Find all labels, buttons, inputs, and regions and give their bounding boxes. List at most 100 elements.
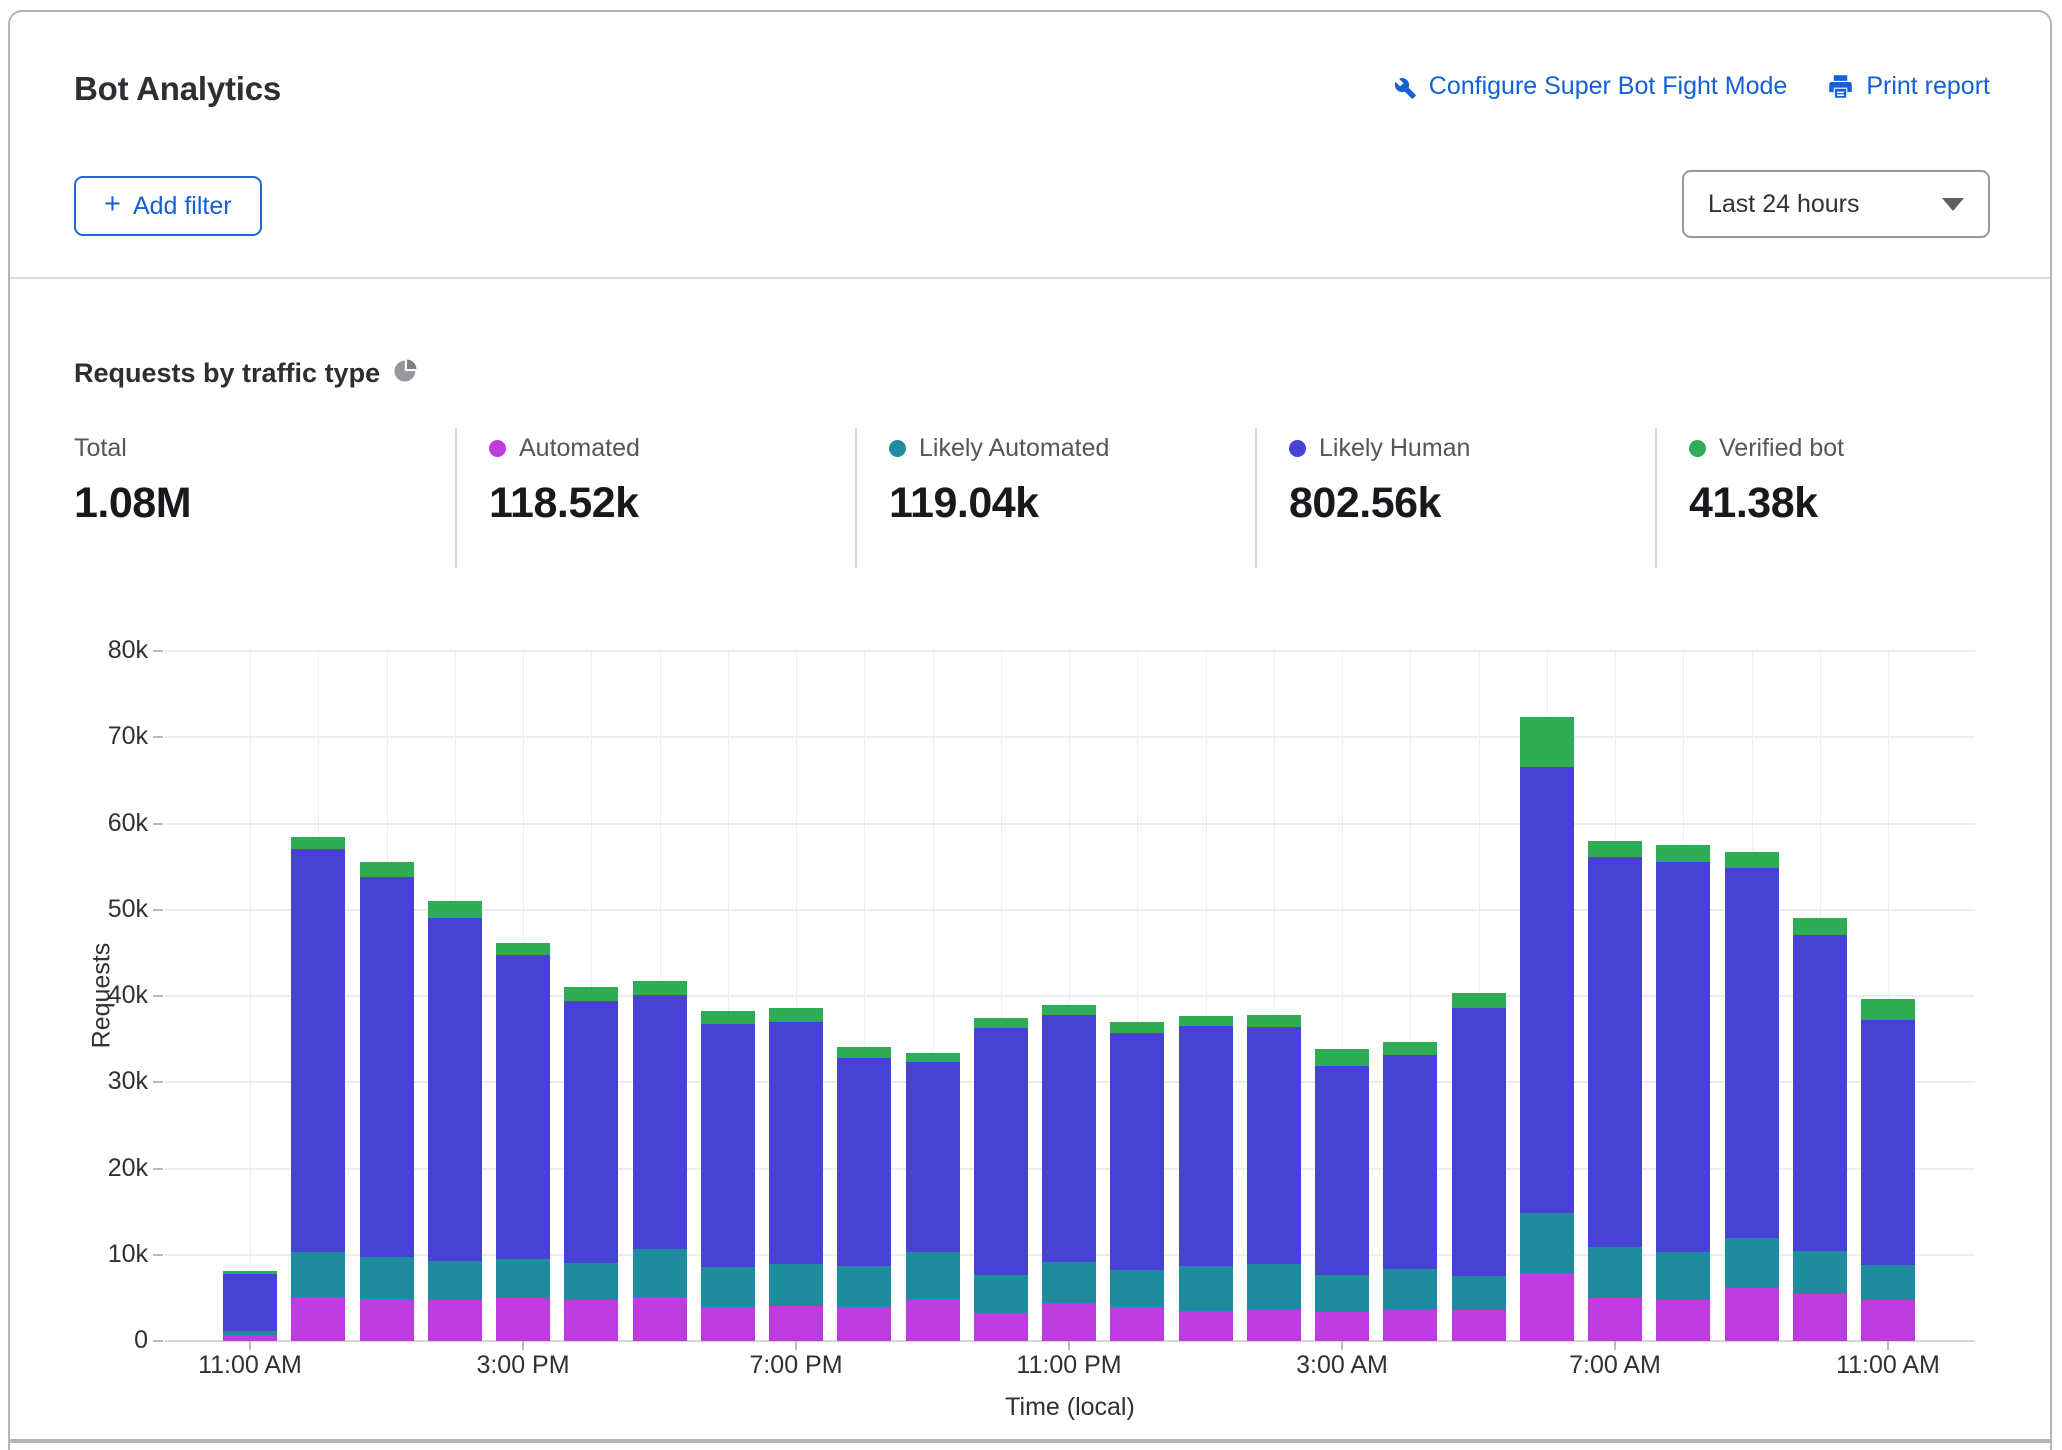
stacked-bar-3-00-pm[interactable] [496,651,550,1341]
stacked-bar-8-00-am[interactable] [1656,651,1710,1341]
bar-segment-likely-automated[interactable] [837,1266,891,1307]
bar-segment-verified-bot[interactable] [837,1047,891,1058]
bar-segment-automated[interactable] [769,1306,823,1341]
bar-segment-likely-automated[interactable] [769,1264,823,1305]
bar-segment-verified-bot[interactable] [1383,1042,1437,1055]
print-report-link[interactable]: Print report [1827,72,1990,101]
bar-segment-automated[interactable] [1793,1294,1847,1341]
bar-segment-verified-bot[interactable] [1588,841,1642,857]
bar-segment-automated[interactable] [633,1297,687,1341]
stacked-bar-11-00-am[interactable] [1861,651,1915,1341]
bar-segment-likely-human[interactable] [769,1022,823,1264]
bar-segment-likely-automated[interactable] [1520,1213,1574,1273]
bar-segment-likely-automated[interactable] [360,1257,414,1298]
stacked-bar-11-00-pm[interactable] [1042,651,1096,1341]
stacked-bar-2-00-am[interactable] [1247,651,1301,1341]
bar-segment-verified-bot[interactable] [1520,717,1574,767]
bar-segment-verified-bot[interactable] [1179,1016,1233,1026]
bar-segment-likely-human[interactable] [1588,857,1642,1247]
bar-segment-likely-human[interactable] [1861,1020,1915,1265]
bar-segment-likely-human[interactable] [496,955,550,1259]
bar-segment-likely-human[interactable] [1656,862,1710,1252]
bar-segment-likely-automated[interactable] [633,1249,687,1297]
stacked-bar-12-00-pm[interactable] [291,651,345,1341]
stacked-bar-11-00-am[interactable] [223,651,277,1341]
bar-segment-automated[interactable] [1179,1311,1233,1341]
bar-segment-likely-human[interactable] [1725,868,1779,1237]
stacked-bar-7-00-am[interactable] [1588,651,1642,1341]
bar-segment-verified-bot[interactable] [1247,1015,1301,1027]
bar-segment-verified-bot[interactable] [1793,918,1847,935]
bar-segment-likely-human[interactable] [1315,1066,1369,1276]
bar-segment-verified-bot[interactable] [291,837,345,848]
bar-segment-automated[interactable] [1861,1300,1915,1341]
bar-segment-verified-bot[interactable] [1452,993,1506,1008]
stacked-bar-9-00-am[interactable] [1725,651,1779,1341]
bar-segment-likely-human[interactable] [974,1028,1028,1276]
bar-segment-verified-bot[interactable] [974,1018,1028,1028]
bar-segment-verified-bot[interactable] [1861,999,1915,1020]
bar-segment-likely-human[interactable] [291,849,345,1253]
bar-segment-verified-bot[interactable] [1656,845,1710,862]
bar-segment-likely-automated[interactable] [496,1259,550,1298]
stacked-bar-2-00-pm[interactable] [428,651,482,1341]
bar-segment-likely-human[interactable] [1383,1055,1437,1269]
bar-segment-likely-human[interactable] [1520,767,1574,1214]
stacked-bar-5-00-am[interactable] [1452,651,1506,1341]
bar-segment-likely-automated[interactable] [1383,1269,1437,1310]
bar-segment-likely-automated[interactable] [1656,1252,1710,1299]
bar-segment-automated[interactable] [428,1300,482,1341]
bar-segment-verified-bot[interactable] [633,981,687,995]
bar-segment-likely-human[interactable] [428,918,482,1260]
bar-segment-likely-human[interactable] [906,1062,960,1252]
bar-segment-likely-human[interactable] [633,995,687,1249]
bar-segment-likely-human[interactable] [1110,1033,1164,1270]
stacked-bar-12-00-am[interactable] [1110,651,1164,1341]
bar-segment-verified-bot[interactable] [1725,852,1779,868]
stacked-bar-9-00-pm[interactable] [906,651,960,1341]
bar-segment-likely-automated[interactable] [1315,1275,1369,1311]
bar-segment-automated[interactable] [1725,1288,1779,1341]
bar-segment-automated[interactable] [701,1307,755,1342]
bar-segment-likely-automated[interactable] [291,1252,345,1297]
stacked-bar-1-00-pm[interactable] [360,651,414,1341]
stacked-bar-7-00-pm[interactable] [769,651,823,1341]
bar-segment-automated[interactable] [837,1307,891,1342]
bar-segment-verified-bot[interactable] [1042,1005,1096,1015]
bar-segment-verified-bot[interactable] [564,987,618,1002]
bar-segment-automated[interactable] [1315,1312,1369,1341]
bar-segment-likely-automated[interactable] [974,1275,1028,1312]
bar-segment-automated[interactable] [360,1299,414,1341]
bar-segment-automated[interactable] [1383,1309,1437,1341]
bar-segment-likely-human[interactable] [1452,1008,1506,1276]
bar-segment-automated[interactable] [1247,1309,1301,1341]
bar-segment-automated[interactable] [496,1298,550,1341]
configure-super-bot-fight-mode-link[interactable]: Configure Super Bot Fight Mode [1390,72,1788,101]
bar-segment-verified-bot[interactable] [496,943,550,955]
bar-segment-likely-automated[interactable] [906,1252,960,1299]
bar-segment-verified-bot[interactable] [428,901,482,918]
bar-segment-likely-human[interactable] [564,1001,618,1263]
bar-segment-likely-automated[interactable] [1042,1262,1096,1303]
bar-segment-verified-bot[interactable] [906,1053,960,1062]
bar-segment-likely-automated[interactable] [1110,1270,1164,1307]
stacked-bar-6-00-am[interactable] [1520,651,1574,1341]
bar-segment-likely-automated[interactable] [1793,1251,1847,1293]
stacked-bar-4-00-pm[interactable] [564,651,618,1341]
bar-segment-likely-human[interactable] [1793,935,1847,1252]
bar-segment-likely-automated[interactable] [1861,1265,1915,1300]
bar-segment-automated[interactable] [291,1297,345,1341]
bar-segment-likely-automated[interactable] [564,1263,618,1300]
bar-segment-likely-automated[interactable] [1452,1276,1506,1310]
stacked-bar-10-00-pm[interactable] [974,651,1028,1341]
stacked-bar-4-00-am[interactable] [1383,651,1437,1341]
bar-segment-automated[interactable] [1042,1303,1096,1341]
bar-segment-automated[interactable] [564,1300,618,1341]
bar-segment-likely-human[interactable] [701,1024,755,1266]
bar-segment-verified-bot[interactable] [769,1008,823,1022]
stacked-bar-1-00-am[interactable] [1179,651,1233,1341]
bar-segment-likely-human[interactable] [1179,1026,1233,1266]
bar-segment-likely-human[interactable] [223,1274,277,1331]
bar-segment-automated[interactable] [1588,1298,1642,1341]
stacked-bar-5-00-pm[interactable] [633,651,687,1341]
